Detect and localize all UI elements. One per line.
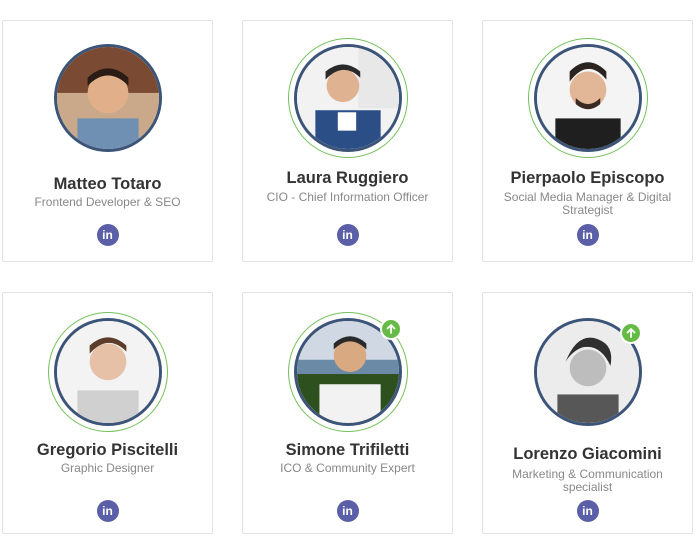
linkedin-icon[interactable]: in — [576, 500, 599, 522]
avatar — [293, 44, 402, 152]
linkedin-icon[interactable]: in — [336, 500, 359, 522]
member-role: CIO - Chief Information Officer — [266, 190, 429, 204]
team-card-laura-ruggiero: Laura Ruggiero CIO - Chief Information O… — [242, 20, 453, 262]
avatar-ring — [287, 38, 408, 158]
member-role: ICO & Community Expert — [280, 461, 415, 475]
avatar-ring — [527, 38, 648, 158]
member-role: Frontend Developer & SEO — [34, 195, 181, 209]
linkedin-icon[interactable]: in — [96, 500, 119, 522]
avatar — [53, 318, 162, 426]
team-card-simone-trifiletti: Simone Trifiletti ICO & Community Expert… — [242, 292, 453, 534]
linkedin-icon[interactable]: in — [336, 224, 359, 246]
member-name: Laura Ruggiero — [286, 169, 409, 187]
member-name: Simone Trifiletti — [285, 441, 410, 459]
avatar — [533, 44, 642, 152]
avatar-photo — [56, 321, 159, 423]
member-role: Graphic Designer — [60, 461, 155, 475]
avatar — [53, 44, 162, 152]
member-name: Gregorio Piscitelli — [36, 441, 179, 459]
linkedin-icon[interactable]: in — [576, 224, 599, 246]
member-role: Social Media Manager & Digital Strategis… — [503, 190, 672, 217]
member-name: Pierpaolo Episcopo — [510, 169, 665, 187]
arrow-up-icon[interactable] — [380, 318, 402, 340]
team-card-gregorio-piscitelli: Gregorio Piscitelli Graphic Designer in — [2, 292, 213, 534]
linkedin-icon[interactable]: in — [96, 224, 119, 246]
avatar-ring — [48, 38, 168, 158]
team-card-matteo-totaro: Matteo Totaro Frontend Developer & SEO i… — [2, 20, 213, 262]
member-role: Marketing & Communication specialist — [512, 467, 663, 494]
avatar-photo — [56, 47, 159, 149]
team-card-lorenzo-giacomini: Lorenzo Giacomini Marketing & Communicat… — [482, 292, 693, 534]
member-name: Lorenzo Giacomini — [513, 445, 662, 463]
avatar-photo — [536, 47, 639, 149]
member-name: Matteo Totaro — [53, 175, 162, 193]
arrow-up-icon[interactable] — [620, 322, 642, 344]
avatar-ring — [47, 312, 168, 432]
team-card-pierpaolo-episcopo: Pierpaolo Episcopo Social Media Manager … — [482, 20, 693, 262]
avatar-photo — [296, 47, 399, 149]
